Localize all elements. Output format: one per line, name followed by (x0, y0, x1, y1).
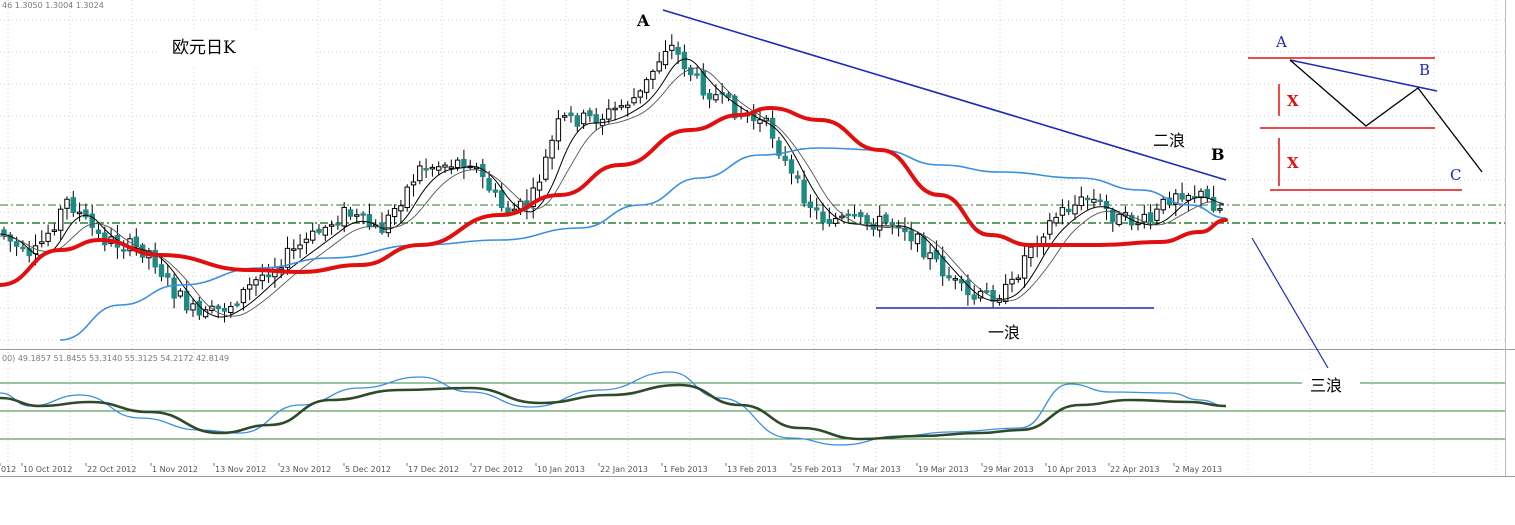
inset-label-a: A (1275, 33, 1287, 51)
x-tick-label: 7 Mar 2013 (855, 465, 901, 474)
x-tick-label: 13 Feb 2013 (727, 465, 777, 474)
inset-label-x1: X (1287, 92, 1299, 110)
x-tick-label: 22 Jan 2013 (600, 465, 648, 474)
x-tick-label: 2 May 2013 (1175, 465, 1222, 474)
label-wave1: 一浪 (988, 323, 1020, 342)
indicator-header: 00) 49.1857 51.8455 53.3140 55.3125 54.2… (2, 354, 229, 363)
forex-chart: 46 1.3050 1.3004 1.3024 00) 49.1857 51.8… (0, 0, 1515, 525)
x-tick-label: 10 Jan 2013 (537, 465, 585, 474)
x-tick-label: 23 Nov 2012 (280, 465, 331, 474)
x-tick-label: 13 Nov 2012 (215, 465, 266, 474)
x-tick-label: 1 Feb 2013 (663, 465, 708, 474)
inset-label-c: C (1450, 166, 1461, 184)
x-tick-label: 19 Mar 2013 (918, 465, 969, 474)
x-tick-label: 22 Apr 2013 (1110, 465, 1159, 474)
price-header: 46 1.3050 1.3004 1.3024 (2, 1, 104, 10)
x-tick-label: 27 Dec 2012 (472, 465, 523, 474)
inset-label-x2: X (1287, 154, 1299, 172)
x-tick-label: 5 Dec 2012 (345, 465, 391, 474)
x-tick-label: 25 Feb 2013 (792, 465, 842, 474)
label-wave3: 三浪 (1310, 376, 1342, 395)
label-b: B (1211, 145, 1225, 164)
x-tick-label: 012 (1, 465, 16, 474)
x-tick-label: 10 Apr 2013 (1047, 465, 1096, 474)
x-tick-label: 17 Dec 2012 (408, 465, 459, 474)
x-tick-label: 22 Oct 2012 (87, 465, 136, 474)
label-a: A (636, 11, 650, 30)
x-tick-label: 29 Mar 2013 (983, 465, 1034, 474)
chart-title: 欧元日K (172, 38, 236, 58)
x-tick-label: 10 Oct 2012 (23, 465, 72, 474)
candle (404, 184, 410, 212)
inset-label-b: B (1419, 61, 1430, 79)
x-tick-label: 1 Nov 2012 (152, 465, 198, 474)
label-wave2: 二浪 (1153, 131, 1185, 150)
